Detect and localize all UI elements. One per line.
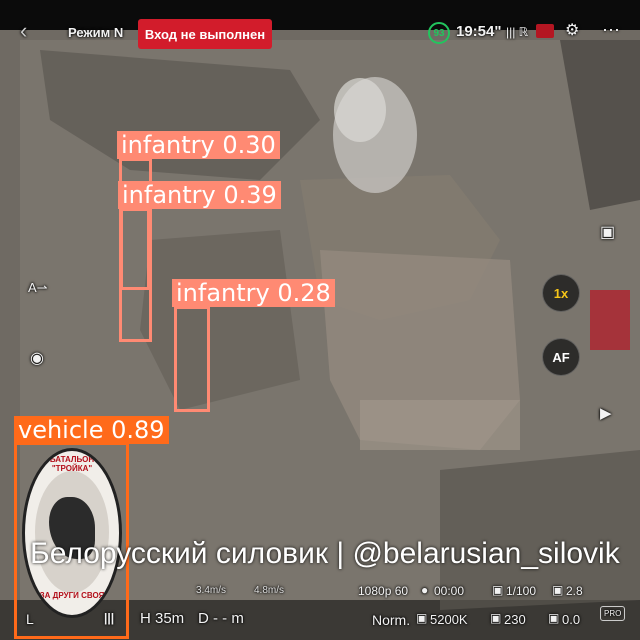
horizontal-speed: 3.4m/s — [196, 585, 227, 596]
left-panel-icon-1[interactable]: A⇀ — [28, 280, 48, 296]
left-panel-icon-2[interactable]: ◉ — [30, 348, 44, 368]
battery-ring-icon: 93 — [428, 22, 450, 44]
building-wall — [360, 400, 520, 450]
signal-bars: ||| — [104, 611, 115, 625]
battalion-emblem: БАТАЛЬОН "ТРОЙКА" ЗА ДРУГИ СВОЯ — [22, 448, 122, 618]
clock: 19:54" — [456, 23, 502, 40]
emblem-bottom-text: ЗА ДРУГИ СВОЯ — [39, 591, 105, 600]
iso-icon: ▣ — [490, 611, 502, 625]
zoom-label: 1x — [553, 285, 569, 301]
smoke-core — [334, 78, 386, 142]
back-icon[interactable]: ‹ — [20, 18, 27, 44]
playback-icon[interactable]: ▶ — [600, 404, 612, 422]
mode-label[interactable]: Режим N — [68, 25, 123, 40]
af-button[interactable]: AF — [542, 338, 580, 376]
detection-label-vehicle: vehicle 0.89 — [14, 416, 169, 444]
af-label: AF — [552, 349, 570, 365]
detection-box-infantry-3 — [174, 306, 210, 412]
left-hud-marker: L — [26, 611, 34, 627]
detection-box-infantry-2 — [120, 208, 150, 290]
login-status-badge[interactable]: Вход не выполнен — [138, 19, 272, 49]
distance-readout: D - - m — [198, 610, 244, 627]
aperture: 2.8 — [566, 584, 583, 598]
ev-icon: ▣ — [548, 611, 560, 625]
detection-label-infantry-3: infantry 0.28 — [172, 279, 335, 307]
video-mode: 1080p 60 — [358, 584, 409, 598]
watermark-caption: Белорусский силовик | @belarusian_silovi… — [30, 537, 620, 570]
detection-label-infantry-1: infantry 0.30 — [117, 131, 280, 159]
debris-se — [440, 450, 640, 610]
photo-mode-icon[interactable]: ▣ — [600, 222, 615, 242]
aperture-icon: ▣ — [552, 583, 564, 597]
iso-value: 230 — [504, 612, 526, 627]
gimbal-icon[interactable]: ⚙ — [565, 20, 579, 40]
signal-indicator: ||| ℝ — [506, 25, 529, 39]
wb-icon: ▣ — [416, 611, 428, 625]
red-object — [590, 290, 630, 350]
drone-camera-view: ‹ Режим N Вход не выполнен 93 19:54" |||… — [0, 0, 640, 640]
height-readout: H 35m — [140, 610, 185, 627]
vertical-speed: 4.8m/s — [254, 585, 285, 596]
rec-time: 00:00 — [434, 584, 465, 598]
shutter-speed: 1/100 — [506, 584, 537, 598]
detection-label-infantry-2: infantry 0.39 — [118, 181, 281, 209]
alert-indicator-icon — [536, 24, 554, 38]
zoom-button[interactable]: 1x — [542, 274, 580, 312]
ev-value: 0.0 — [562, 612, 581, 627]
emblem-top-text: БАТАЛЬОН "ТРОЙКА" — [49, 455, 95, 473]
color-mode: Norm. — [372, 612, 411, 628]
white-balance: 5200K — [430, 612, 468, 627]
pro-mode-button[interactable]: PRO — [600, 606, 626, 621]
shutter-icon: ▣ — [492, 583, 504, 597]
rec-icon: ● — [421, 583, 429, 597]
battery-level: 93 — [433, 27, 445, 39]
menu-icon[interactable]: ⋯ — [602, 20, 620, 41]
